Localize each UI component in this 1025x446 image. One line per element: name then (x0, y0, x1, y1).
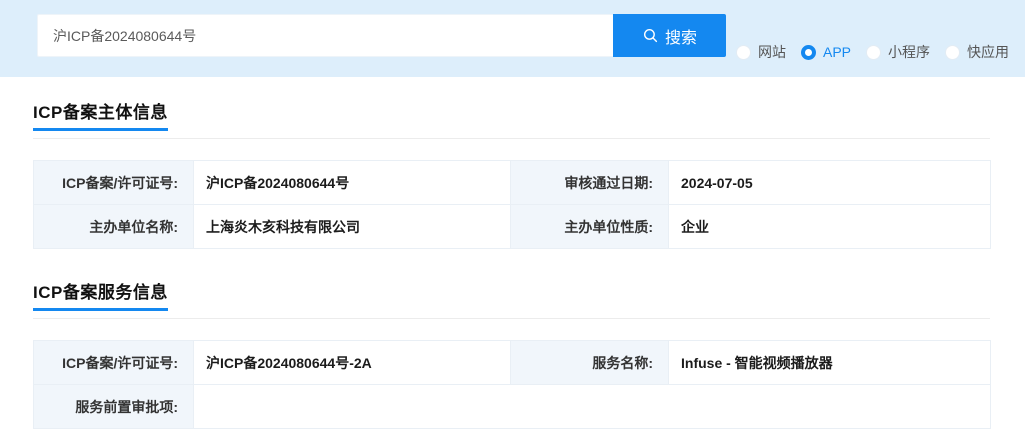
section-divider (33, 138, 990, 139)
cell-label: ICP备案/许可证号: (34, 341, 194, 385)
cell-value: 沪ICP备2024080644号-2A (194, 341, 511, 385)
cell-label: 审核通过日期: (511, 161, 669, 205)
section-title-subject: ICP备案主体信息 (33, 103, 168, 131)
section-service-info: ICP备案服务信息 ICP备案/许可证号: 沪ICP备2024080644号-2… (33, 283, 990, 429)
radio-miniprogram[interactable]: 小程序 (866, 42, 930, 62)
table-row: ICP备案/许可证号: 沪ICP备2024080644号 审核通过日期: 202… (34, 161, 991, 205)
radio-quickapp-label: 快应用 (967, 42, 1009, 62)
search-type-radio-group: 网站 APP 小程序 快应用 (736, 42, 1009, 62)
cell-label: 服务名称: (511, 341, 669, 385)
section-subject-info: ICP备案主体信息 ICP备案/许可证号: 沪ICP备2024080644号 审… (33, 103, 990, 249)
cell-value: 上海炎木亥科技有限公司 (194, 205, 511, 249)
radio-circle-icon (736, 45, 751, 60)
table-row: 主办单位名称: 上海炎木亥科技有限公司 主办单位性质: 企业 (34, 205, 991, 249)
radio-website[interactable]: 网站 (736, 42, 786, 62)
cell-value: Infuse - 智能视频播放器 (669, 341, 991, 385)
cell-value (194, 385, 991, 429)
section-divider (33, 318, 990, 319)
search-header: 搜索 网站 APP 小程序 快应用 (0, 0, 1025, 77)
table-row: ICP备案/许可证号: 沪ICP备2024080644号-2A 服务名称: In… (34, 341, 991, 385)
section-head: ICP备案服务信息 (33, 283, 990, 311)
radio-website-label: 网站 (758, 42, 786, 62)
radio-circle-icon (945, 45, 960, 60)
section-title-service: ICP备案服务信息 (33, 283, 168, 311)
main-content: ICP备案主体信息 ICP备案/许可证号: 沪ICP备2024080644号 审… (0, 77, 1025, 429)
cell-value: 企业 (669, 205, 991, 249)
cell-value: 沪ICP备2024080644号 (194, 161, 511, 205)
icp-lookup-page: 搜索 网站 APP 小程序 快应用 (0, 0, 1025, 446)
subject-info-table: ICP备案/许可证号: 沪ICP备2024080644号 审核通过日期: 202… (33, 160, 991, 249)
radio-circle-icon (801, 45, 816, 60)
search-input[interactable] (37, 14, 613, 57)
cell-label: ICP备案/许可证号: (34, 161, 194, 205)
table-row: 服务前置审批项: (34, 385, 991, 429)
magnifier-icon (642, 27, 659, 44)
section-head: ICP备案主体信息 (33, 103, 990, 131)
radio-app[interactable]: APP (801, 44, 851, 60)
service-info-table: ICP备案/许可证号: 沪ICP备2024080644号-2A 服务名称: In… (33, 340, 991, 429)
radio-app-label: APP (823, 44, 851, 60)
search-bar: 搜索 (37, 14, 726, 57)
cell-label: 服务前置审批项: (34, 385, 194, 429)
radio-miniprogram-label: 小程序 (888, 42, 930, 62)
cell-label: 主办单位性质: (511, 205, 669, 249)
search-button[interactable]: 搜索 (613, 14, 726, 57)
cell-value: 2024-07-05 (669, 161, 991, 205)
radio-quickapp[interactable]: 快应用 (945, 42, 1009, 62)
radio-circle-icon (866, 45, 881, 60)
search-button-label: 搜索 (665, 24, 697, 48)
cell-label: 主办单位名称: (34, 205, 194, 249)
